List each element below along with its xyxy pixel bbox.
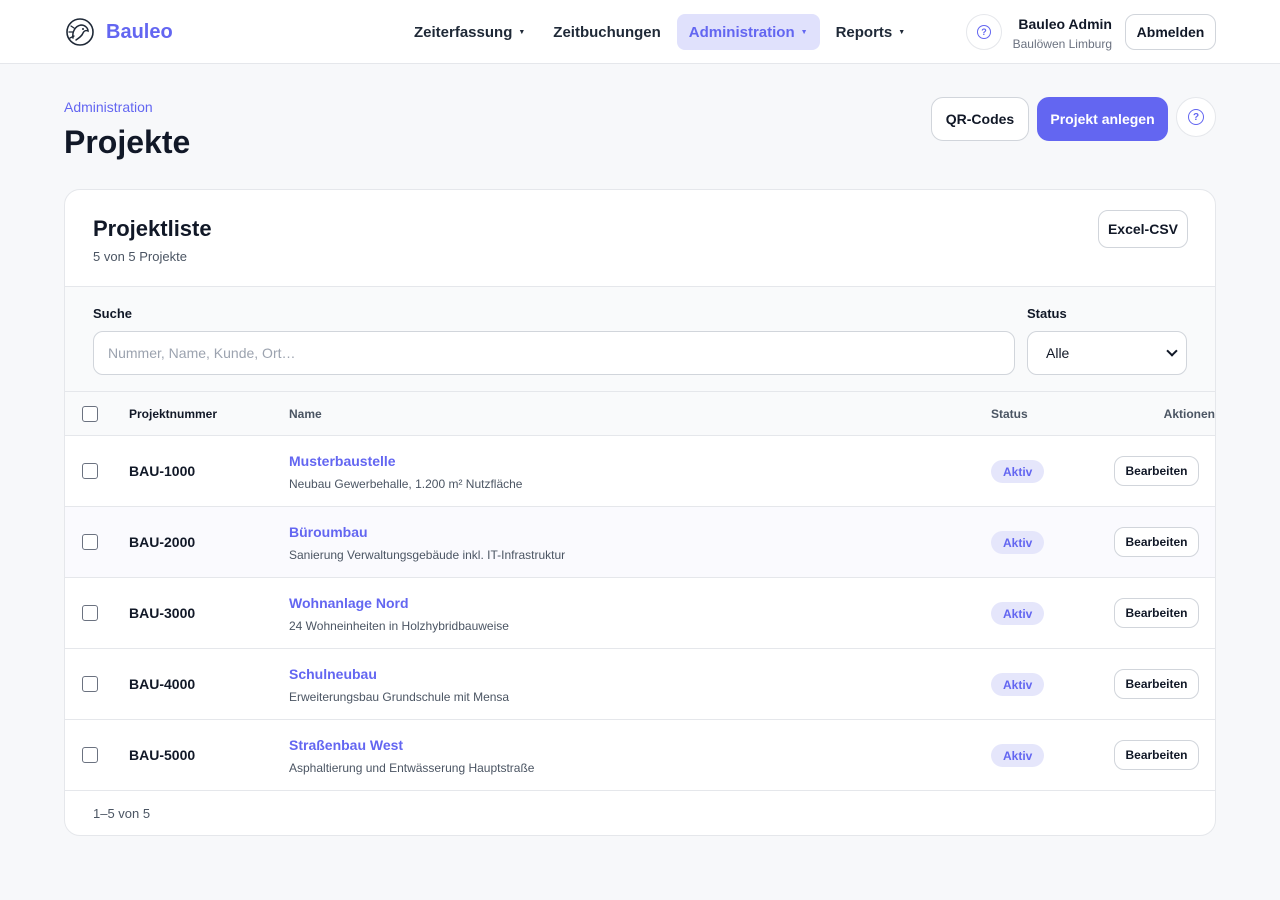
project-number: BAU-4000: [129, 676, 196, 692]
project-description: Erweiterungsbau Grundschule mit Mensa: [289, 690, 510, 704]
project-count: 5 von 5 Projekte: [93, 249, 187, 264]
nav-item-zeiterfassung[interactable]: Zeiterfassung ▼: [402, 14, 537, 50]
nav-item-label: Zeitbuchungen: [553, 23, 661, 41]
project-description: Neubau Gewerbehalle, 1.200 m² Nutzfläche: [289, 477, 523, 491]
project-description: Sanierung Verwaltungsgebäude inkl. IT-In…: [289, 548, 566, 562]
chevron-down-icon: [1166, 345, 1178, 357]
project-description: Asphaltierung und Entwässerung Hauptstra…: [289, 761, 535, 775]
column-header-status[interactable]: Status: [991, 407, 1028, 421]
search-label: Suche: [93, 306, 133, 321]
table-header: Projektnummer Name Status Aktionen: [65, 392, 1215, 436]
status-badge: Aktiv: [991, 531, 1045, 554]
project-number: BAU-3000: [129, 605, 196, 621]
lion-logo-icon: [66, 18, 94, 46]
status-badge: Aktiv: [991, 460, 1045, 483]
project-name-link[interactable]: Straßenbau West: [289, 737, 403, 753]
table-row: BAU-3000 Wohnanlage Nord 24 Wohneinheite…: [65, 578, 1215, 649]
row-checkbox[interactable]: [82, 463, 98, 479]
breadcrumb[interactable]: Administration: [64, 99, 153, 115]
search-input[interactable]: [93, 331, 1015, 375]
nav-item-reports[interactable]: Reports ▼: [824, 14, 918, 50]
select-all-checkbox[interactable]: [82, 406, 98, 422]
nav-item-label: Reports: [835, 23, 893, 41]
filter-bar: Suche Status Alle: [65, 286, 1215, 392]
table-row: BAU-4000 Schulneubau Erweiterungsbau Gru…: [65, 649, 1215, 720]
brand[interactable]: Bauleo: [64, 16, 173, 48]
create-project-button[interactable]: Projekt anlegen: [1037, 97, 1168, 141]
brand-name: Bauleo: [106, 20, 173, 43]
caret-down-icon: ▼: [800, 29, 808, 36]
nav-item-zeitbuchungen[interactable]: Zeitbuchungen: [541, 14, 673, 50]
project-name-link[interactable]: Büroumbau: [289, 524, 368, 540]
edit-button[interactable]: Bearbeiten: [1114, 527, 1199, 557]
status-select-value: Alle: [1046, 345, 1070, 361]
nav-item-administration[interactable]: Administration ▼: [676, 14, 820, 50]
status-badge: Aktiv: [991, 673, 1045, 696]
help-circle-icon: ?: [977, 25, 991, 39]
edit-button[interactable]: Bearbeiten: [1114, 669, 1199, 699]
nav-item-label: Administration: [688, 23, 795, 41]
project-list-card: Projektliste 5 von 5 Projekte Excel-CSV …: [64, 189, 1216, 836]
page-title: Projekte: [64, 124, 191, 160]
user-info: Bauleo Admin Baulöwen Limburg: [1013, 15, 1112, 52]
user-name: Bauleo Admin: [1018, 16, 1112, 32]
row-checkbox[interactable]: [82, 534, 98, 550]
table-row: BAU-2000 Büroumbau Sanierung Verwaltungs…: [65, 507, 1215, 578]
project-name-link[interactable]: Musterbaustelle: [289, 453, 396, 469]
header-help-button[interactable]: ?: [966, 14, 1002, 50]
export-csv-button[interactable]: Excel-CSV: [1098, 210, 1188, 248]
edit-button[interactable]: Bearbeiten: [1114, 598, 1199, 628]
status-select[interactable]: Alle: [1027, 331, 1187, 375]
edit-button[interactable]: Bearbeiten: [1114, 456, 1199, 486]
status-badge: Aktiv: [991, 602, 1045, 625]
caret-down-icon: ▼: [898, 29, 906, 36]
qr-codes-button[interactable]: QR-Codes: [931, 97, 1029, 141]
column-header-actions: Aktionen: [1163, 407, 1215, 421]
main-nav: Zeiterfassung ▼ Zeitbuchungen Administra…: [402, 14, 917, 50]
project-name-link[interactable]: Schulneubau: [289, 666, 377, 682]
row-checkbox[interactable]: [82, 747, 98, 763]
column-header-number[interactable]: Projektnummer: [129, 407, 217, 421]
table-row: BAU-1000 Musterbaustelle Neubau Gewerbeh…: [65, 436, 1215, 507]
logout-button[interactable]: Abmelden: [1125, 14, 1216, 50]
page-help-button[interactable]: ?: [1176, 97, 1216, 137]
status-label: Status: [1027, 306, 1067, 321]
project-name-link[interactable]: Wohnanlage Nord: [289, 595, 409, 611]
pagination-info: 1–5 von 5: [93, 806, 151, 821]
status-badge: Aktiv: [991, 744, 1045, 767]
row-checkbox[interactable]: [82, 605, 98, 621]
row-checkbox[interactable]: [82, 676, 98, 692]
table-row: BAU-5000 Straßenbau West Asphaltierung u…: [65, 720, 1215, 791]
card-title: Projektliste: [93, 216, 212, 241]
project-number: BAU-1000: [129, 463, 196, 479]
help-circle-icon: ?: [1188, 109, 1204, 125]
nav-item-label: Zeiterfassung: [414, 23, 513, 41]
edit-button[interactable]: Bearbeiten: [1114, 740, 1199, 770]
column-header-name[interactable]: Name: [289, 407, 322, 421]
caret-down-icon: ▼: [518, 29, 526, 36]
top-navbar: Bauleo Zeiterfassung ▼ Zeitbuchungen Adm…: [0, 0, 1280, 64]
project-description: 24 Wohneinheiten in Holzhybridbauweise: [289, 619, 509, 633]
project-number: BAU-5000: [129, 747, 196, 763]
user-organization: Baulöwen Limburg: [1012, 37, 1112, 51]
project-number: BAU-2000: [129, 534, 196, 550]
